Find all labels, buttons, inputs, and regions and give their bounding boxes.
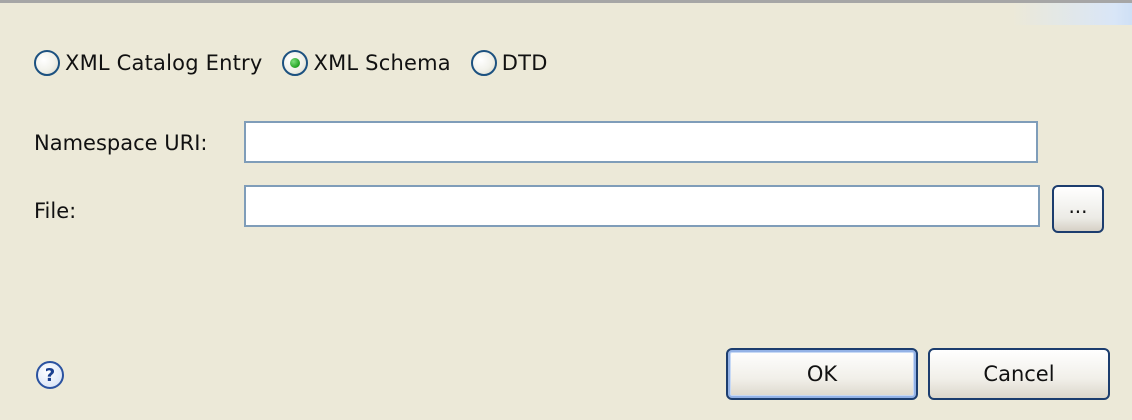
- radio-dtd[interactable]: DTD: [470, 50, 548, 76]
- radio-circle-icon[interactable]: [470, 50, 497, 76]
- radio-label: XML Catalog Entry: [65, 51, 263, 75]
- radio-circle-icon[interactable]: [34, 50, 60, 76]
- title-bar-edge: [1012, 3, 1132, 25]
- question-mark-icon[interactable]: ?: [36, 361, 64, 389]
- radio-selected-dot: [290, 58, 301, 68]
- radio-label: DTD: [501, 51, 548, 75]
- entry-type-radio-group: XML Catalog Entry XML Schema DTD: [34, 47, 568, 79]
- file-label: File:: [34, 199, 77, 223]
- browse-button[interactable]: ...: [1052, 185, 1104, 233]
- radio-xml-schema[interactable]: XML Schema: [282, 50, 451, 76]
- cancel-button[interactable]: Cancel: [928, 348, 1110, 400]
- radio-circle-selected-icon[interactable]: [282, 50, 309, 76]
- radio-xml-catalog-entry[interactable]: XML Catalog Entry: [34, 50, 262, 76]
- ok-button[interactable]: OK: [726, 348, 918, 400]
- xml-catalog-dialog: XML Catalog Entry XML Schema DTD Namespa…: [0, 0, 1132, 420]
- namespace-uri-label: Namespace URI:: [34, 131, 208, 155]
- radio-label: XML Schema: [313, 51, 451, 75]
- namespace-uri-input[interactable]: [244, 121, 1038, 163]
- file-path-input[interactable]: [244, 185, 1040, 227]
